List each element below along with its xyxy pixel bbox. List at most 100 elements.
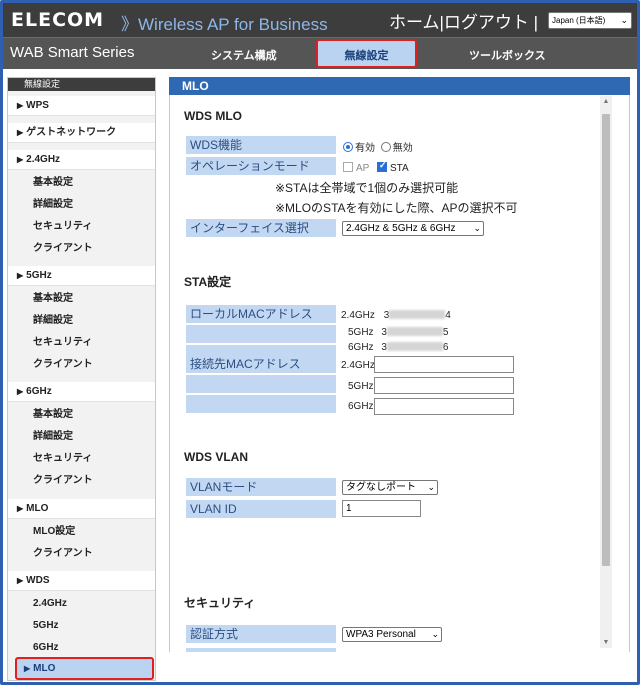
sidebar-sub-5-client[interactable]: クライアント bbox=[8, 355, 155, 375]
sidebar-item-wds[interactable]: ▶ WDS bbox=[8, 571, 155, 591]
local-mac-6: 6GHz 36 bbox=[348, 342, 448, 353]
sidebar-item-label: MLO bbox=[26, 503, 49, 514]
remote-mac-5-band: 5GHz bbox=[348, 381, 374, 392]
radio-disabled-label: 無効 bbox=[392, 143, 413, 154]
vlan-mode-value: タグなしポート bbox=[346, 482, 416, 493]
checkbox-sta[interactable] bbox=[376, 160, 387, 172]
sidebar-sub-mlo-client[interactable]: クライアント bbox=[8, 544, 155, 564]
checkbox-ap[interactable] bbox=[343, 162, 353, 172]
mac-redacted bbox=[386, 327, 443, 336]
sidebar-item-label: 2.4GHz bbox=[26, 154, 61, 165]
sidebar-item-guest[interactable]: ▶ ゲストネットワーク bbox=[8, 123, 155, 143]
cutoff-row bbox=[186, 648, 336, 652]
caret-right-icon: ▶ bbox=[17, 128, 24, 137]
local-mac-label: ローカルMACアドレス bbox=[186, 305, 336, 323]
wds-function-label: WDS機能 bbox=[186, 136, 336, 154]
sidebar-sub-5-security[interactable]: セキュリティ bbox=[8, 333, 155, 353]
local-mac-24: 2.4GHz 34 bbox=[341, 310, 451, 321]
sidebar-item-label: MLO bbox=[33, 663, 56, 674]
sidebar-sub-5-advanced[interactable]: 詳細設定 bbox=[8, 311, 155, 331]
local-mac-5: 5GHz 35 bbox=[348, 327, 448, 338]
sidebar-sub-24-security[interactable]: セキュリティ bbox=[8, 217, 155, 237]
sidebar: 無線設定 ▶ WPS ▶ ゲストネットワーク ▶ 2.4GHz 基本設定 詳細設定 セ… bbox=[7, 77, 156, 681]
chevron-down-icon: ⌄ bbox=[431, 629, 439, 639]
checkbox-sta-label: STA bbox=[389, 163, 409, 174]
section-title-sta: STA設定 bbox=[184, 275, 232, 289]
sidebar-sub-24-basic[interactable]: 基本設定 bbox=[8, 173, 155, 193]
section-title-wds-mlo: WDS MLO bbox=[184, 109, 242, 123]
tab-system[interactable]: システム構成 bbox=[211, 47, 277, 63]
main-nav: WAB Smart Series システム構成 無線設定 ツールボックス bbox=[3, 37, 637, 69]
sidebar-sub-24-client[interactable]: クライアント bbox=[8, 239, 155, 259]
chevron-down-icon: ⌄ bbox=[427, 482, 435, 492]
remote-mac-6-band: 6GHz bbox=[348, 401, 374, 412]
language-select[interactable]: Japan (日本語) ⌄ bbox=[548, 12, 632, 29]
wds-function-radios: 有効 無効 bbox=[343, 139, 413, 154]
settings-content: WDS MLO WDS機能 有効 無効 オペレーションモード AP STA ※S… bbox=[169, 95, 630, 652]
logout-link[interactable]: ログアウト bbox=[444, 13, 529, 32]
scroll-up-icon[interactable]: ▲ bbox=[600, 98, 612, 105]
panel-title: MLO bbox=[169, 77, 630, 95]
band-label: 5GHz bbox=[348, 327, 374, 338]
sidebar-sub-6-advanced[interactable]: 詳細設定 bbox=[8, 427, 155, 447]
remote-mac-24-band: 2.4GHz bbox=[341, 360, 375, 371]
home-link[interactable]: ホーム bbox=[389, 13, 440, 32]
interface-select-value: 2.4GHz & 5GHz & 6GHz bbox=[346, 223, 456, 234]
scroll-thumb[interactable] bbox=[602, 114, 610, 566]
sidebar-sub-24-advanced[interactable]: 詳細設定 bbox=[8, 195, 155, 215]
sidebar-item-label: 5GHz bbox=[26, 270, 52, 281]
sidebar-sub-wds-24[interactable]: 2.4GHz bbox=[8, 594, 155, 614]
mac-suffix: 6 bbox=[442, 342, 449, 353]
vlan-mode-label: VLANモード bbox=[186, 478, 336, 496]
band-label: 2.4GHz bbox=[341, 310, 375, 321]
auth-method-value: WPA3 Personal bbox=[346, 629, 416, 640]
sidebar-item-mlo[interactable]: ▶ MLO bbox=[8, 499, 155, 519]
elecom-logo: ELECOM bbox=[11, 9, 105, 31]
sidebar-sub-5-basic[interactable]: 基本設定 bbox=[8, 289, 155, 309]
tab-toolbox[interactable]: ツールボックス bbox=[469, 47, 546, 63]
sidebar-item-wps[interactable]: ▶ WPS bbox=[8, 96, 155, 116]
sidebar-item-5ghz[interactable]: ▶ 5GHz bbox=[8, 266, 155, 286]
sidebar-item-6ghz[interactable]: ▶ 6GHz bbox=[8, 382, 155, 402]
caret-right-icon: ▶ bbox=[17, 576, 24, 585]
remote-mac-5-input[interactable] bbox=[374, 377, 514, 394]
top-links: ホーム|ログアウト | bbox=[389, 8, 538, 33]
radio-enabled[interactable] bbox=[343, 142, 353, 152]
caret-right-icon: ▶ bbox=[17, 101, 24, 110]
sidebar-sub-wds-6[interactable]: 6GHz bbox=[8, 638, 155, 658]
mac-suffix: 5 bbox=[442, 327, 449, 338]
sidebar-header: 無線設定 bbox=[8, 78, 155, 91]
band-label: 6GHz bbox=[348, 342, 374, 353]
scroll-down-icon[interactable]: ▼ bbox=[600, 639, 612, 646]
sidebar-sub-6-client[interactable]: クライアント bbox=[8, 471, 155, 491]
chevron-down-icon: ⌄ bbox=[473, 223, 481, 233]
sidebar-item-label: WDS bbox=[26, 575, 50, 586]
mac-suffix: 4 bbox=[445, 310, 451, 321]
auth-method-select[interactable]: WPA3 Personal ⌄ bbox=[342, 627, 442, 642]
sidebar-sub-6-basic[interactable]: 基本設定 bbox=[8, 405, 155, 425]
remote-mac-6-input[interactable] bbox=[374, 398, 514, 415]
note-mlo: ※MLOのSTAを有効にした際、APの選択不可 bbox=[275, 201, 518, 215]
remote-mac-label-cont bbox=[186, 375, 336, 393]
remote-mac-24-input[interactable] bbox=[374, 356, 514, 373]
sidebar-item-wds-mlo-active[interactable]: ▶ MLO bbox=[15, 657, 154, 680]
sidebar-sub-6-security[interactable]: セキュリティ bbox=[8, 449, 155, 469]
section-title-security: セキュリティ bbox=[184, 596, 256, 610]
sidebar-item-24ghz[interactable]: ▶ 2.4GHz bbox=[8, 150, 155, 170]
top-header: ELECOM 》Wireless AP for Business ホーム |ログア… bbox=[3, 3, 637, 37]
sidebar-sub-mlo-settings[interactable]: MLO設定 bbox=[8, 522, 155, 542]
tab-wireless[interactable]: 無線設定 bbox=[316, 39, 417, 68]
caret-right-icon: ▶ bbox=[17, 271, 24, 280]
sidebar-item-label: WPS bbox=[26, 100, 49, 111]
interface-select[interactable]: 2.4GHz & 5GHz & 6GHz ⌄ bbox=[342, 221, 484, 236]
sidebar-sub-wds-5[interactable]: 5GHz bbox=[8, 616, 155, 636]
product-name: 》Wireless AP for Business bbox=[121, 15, 328, 34]
note-sta: ※STAは全帯域で1個のみ選択可能 bbox=[275, 181, 459, 195]
radio-disabled[interactable] bbox=[380, 142, 391, 152]
vlan-mode-select[interactable]: タグなしポート ⌄ bbox=[342, 480, 438, 495]
vlan-id-input[interactable]: 1 bbox=[342, 500, 421, 517]
auth-method-label: 認証方式 bbox=[186, 625, 336, 643]
series-title: WAB Smart Series bbox=[10, 44, 135, 61]
mac-redacted bbox=[386, 342, 443, 351]
content-scrollbar[interactable]: ▲ ▼ bbox=[600, 96, 612, 648]
